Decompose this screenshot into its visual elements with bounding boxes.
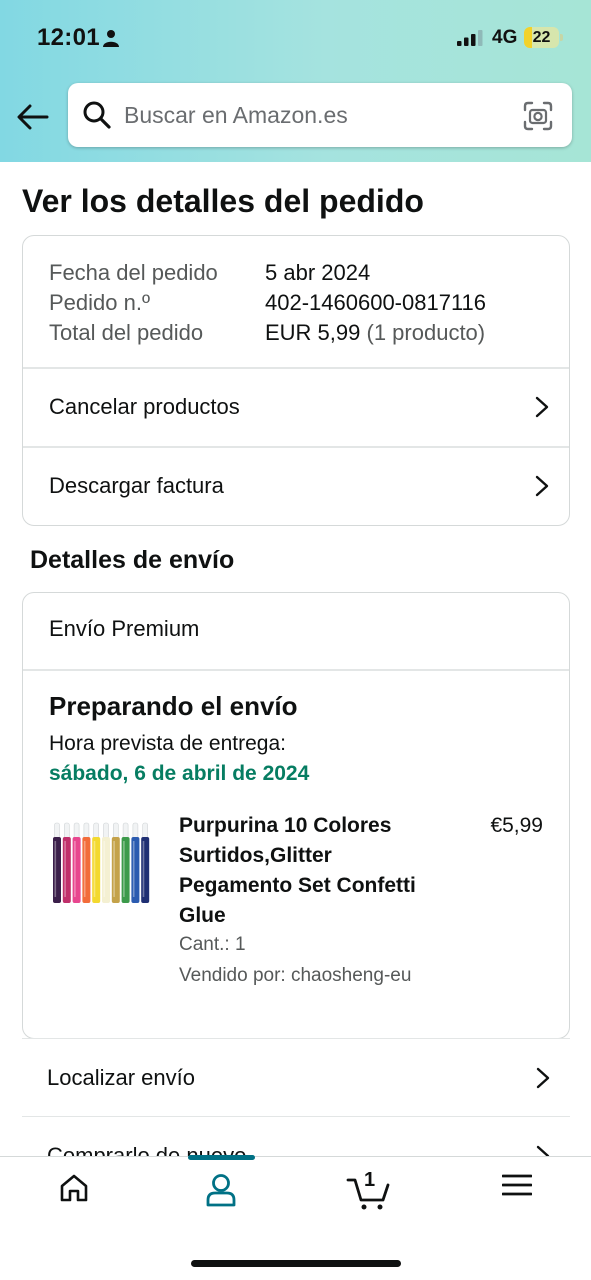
tube-cap — [73, 822, 80, 840]
glitter-tube — [82, 837, 91, 903]
order-summary-card: Fecha del pedido 5 abr 2024 Pedido n.º 4… — [22, 235, 570, 526]
product-seller: Vendido por: chaosheng-eu — [179, 965, 412, 986]
tube-cap — [64, 822, 70, 840]
glitter-tube — [121, 837, 130, 903]
order-total-count: (1 producto) — [360, 320, 486, 345]
active-tab-indicator — [188, 1155, 255, 1160]
battery-icon: 22 — [524, 27, 564, 48]
glitter-tube — [111, 837, 120, 903]
tab-account[interactable] — [191, 1173, 251, 1217]
battery-level: 22 — [532, 29, 551, 46]
divider — [23, 669, 569, 671]
shipping-type: Envío Premium — [49, 616, 200, 641]
order-total-label: Total del pedido — [49, 320, 204, 345]
tube-shine — [83, 841, 86, 897]
order-total-row: Total del pedido EUR 5,99 (1 producto) — [49, 318, 486, 348]
tube-shine — [54, 841, 57, 897]
order-number-label: Pedido n.º — [49, 290, 150, 315]
home-indicator — [191, 1260, 401, 1267]
download-invoice-label: Descargar factura — [49, 473, 224, 498]
glitter-tube — [62, 837, 71, 903]
tab-menu[interactable] — [487, 1173, 547, 1217]
header: 12:01 4G 22 — [0, 0, 591, 162]
tube-cap — [103, 822, 109, 840]
glitter-tube — [72, 837, 81, 903]
glitter-tube — [131, 837, 140, 903]
tube-cap — [93, 822, 100, 840]
glitter-tube — [53, 837, 61, 903]
search-icon — [83, 101, 111, 129]
shipping-section-title: Detalles de envío — [30, 546, 235, 574]
download-invoice-link[interactable]: Descargar factura — [23, 447, 569, 525]
search-bar[interactable] — [68, 83, 572, 147]
menu-icon — [502, 1174, 532, 1196]
person-icon — [206, 1174, 236, 1207]
tube-cap — [83, 822, 90, 840]
tube-cap — [132, 822, 139, 840]
tube-shine — [142, 841, 145, 897]
chevron-right-icon — [536, 1067, 550, 1088]
tube-shine — [113, 841, 115, 897]
status-bar: 12:01 4G 22 — [0, 0, 591, 76]
glitter-tube — [102, 837, 110, 903]
shipment-card: Envío Premium Preparando el envío Hora p… — [22, 592, 570, 1039]
track-package-link[interactable]: Localizar envío — [22, 1038, 570, 1116]
tab-cart[interactable]: 1 — [339, 1169, 399, 1217]
cancel-items-link[interactable]: Cancelar productos — [23, 368, 569, 446]
camera-scan-icon[interactable] — [522, 100, 554, 132]
back-arrow-icon — [17, 104, 49, 130]
order-total-value: EUR 5,99 — [265, 320, 361, 345]
product-image[interactable] — [51, 821, 153, 907]
home-icon — [60, 1174, 88, 1202]
product-price: €5,99 — [490, 814, 543, 837]
chevron-right-icon — [535, 396, 549, 418]
tube-shine — [93, 841, 96, 897]
tube-shine — [74, 841, 76, 897]
tube-cap — [142, 822, 148, 840]
tube-shine — [123, 841, 125, 897]
product-title[interactable]: Purpurina 10 Colores Surtidos,Glitter Pe… — [179, 811, 449, 931]
eta-date: sábado, 6 de abril de 2024 — [49, 762, 310, 785]
glitter-tube — [92, 837, 101, 903]
tube-shine — [132, 841, 135, 897]
product-quantity: Cant.: 1 — [179, 934, 246, 955]
track-package-label: Localizar envío — [47, 1064, 195, 1090]
page-title: Ver los detalles del pedido — [22, 183, 424, 219]
back-button[interactable] — [14, 98, 52, 136]
shipping-status: Preparando el envío — [49, 691, 298, 721]
eta-label: Hora prevista de entrega: — [49, 732, 286, 755]
tube-shine — [64, 841, 66, 897]
order-number-value: 402-1460600-0817116 — [265, 290, 487, 315]
tube-shine — [103, 841, 106, 897]
order-info: Fecha del pedido 5 abr 2024 Pedido n.º 4… — [49, 258, 486, 348]
cancel-items-label: Cancelar productos — [49, 394, 240, 419]
order-date-label: Fecha del pedido — [49, 260, 218, 285]
order-date-row: Fecha del pedido 5 abr 2024 — [49, 258, 486, 288]
search-input[interactable] — [124, 83, 514, 147]
tab-home[interactable] — [44, 1173, 104, 1217]
person-icon — [103, 30, 119, 47]
order-date-value: 5 abr 2024 — [265, 260, 371, 285]
tube-cap — [122, 822, 129, 840]
bottom-tab-bar: 1 — [0, 1155, 591, 1280]
chevron-right-icon — [535, 475, 549, 497]
cart-count: 1 — [364, 1169, 376, 1191]
status-time: 12:01 — [37, 24, 100, 51]
order-number-row: Pedido n.º 402-1460600-0817116 — [49, 288, 486, 318]
glitter-tube — [141, 837, 150, 903]
network-type: 4G — [492, 27, 518, 48]
tube-cap — [54, 822, 60, 840]
tube-cap — [112, 822, 119, 840]
signal-icon — [457, 30, 483, 46]
